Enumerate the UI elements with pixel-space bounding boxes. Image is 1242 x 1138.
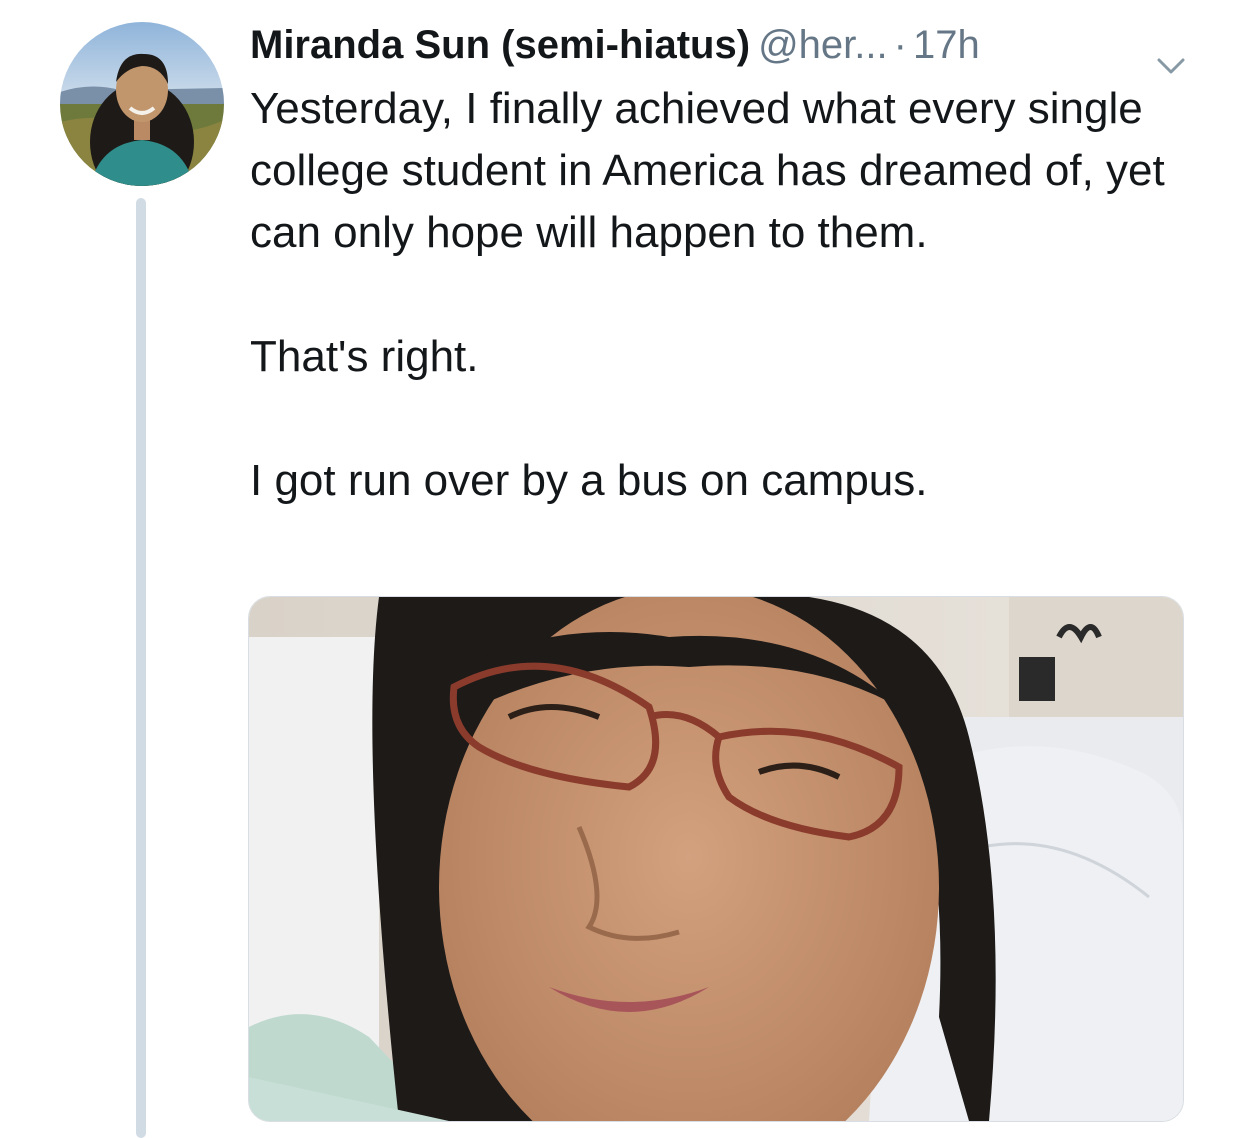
tweet-text: Yesterday, I finally achieved what every… (250, 78, 1210, 512)
tweet-photo[interactable] (248, 596, 1184, 1122)
chevron-down-icon[interactable] (1156, 34, 1186, 74)
thread-line (136, 198, 146, 1138)
author-name[interactable]: Miranda Sun (semi-hiatus) (250, 23, 750, 67)
separator-dot: · (893, 23, 907, 67)
author-handle[interactable]: @her... (758, 23, 888, 67)
tweet-paragraph: That's right. (250, 332, 479, 381)
tweet-paragraph: Yesterday, I finally achieved what every… (250, 84, 1165, 257)
profile-avatar[interactable] (60, 22, 224, 186)
tweet-paragraph: I got run over by a bus on campus. (250, 456, 928, 505)
tweet-timestamp[interactable]: 17h (913, 23, 980, 67)
tweet-header: Miranda Sun (semi-hiatus) @her... · 17h (250, 14, 1210, 76)
